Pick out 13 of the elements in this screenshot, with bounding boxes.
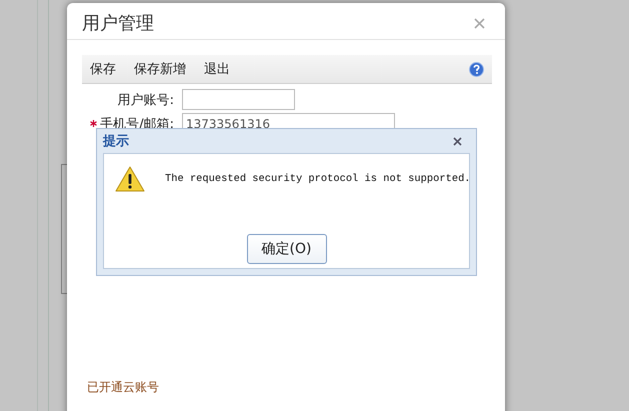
toolbar-button[interactable]: 保存新增 bbox=[134, 60, 186, 78]
help-icon[interactable] bbox=[469, 62, 484, 76]
input-field[interactable] bbox=[182, 89, 295, 110]
close-icon[interactable] bbox=[453, 136, 462, 146]
ok-button[interactable]: 确定(O) bbox=[246, 234, 326, 264]
alert-title: 提示 bbox=[103, 133, 129, 150]
dialog-title: 用户管理 bbox=[82, 12, 154, 35]
alert-message: The requested security protocol is not supported. bbox=[165, 173, 471, 185]
field-label: 用户账号: bbox=[118, 92, 174, 108]
warning-icon bbox=[115, 166, 145, 192]
toolbar-button[interactable]: 退出 bbox=[204, 60, 230, 78]
toolbar-button[interactable]: 保存 bbox=[90, 60, 116, 78]
footer-text: 已开通云账号 bbox=[87, 379, 160, 396]
